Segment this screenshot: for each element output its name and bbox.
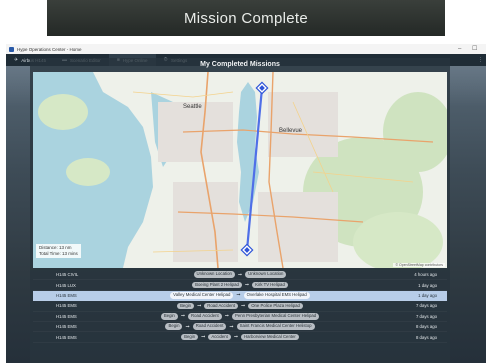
route-stop: Harborview Medical Center [241,333,299,341]
map-label-bellevue: Bellevue [279,128,303,134]
minimize-button[interactable]: – [458,44,461,54]
window-title: Hype Operations Center - Home [17,46,82,52]
arrow-right-icon: ➞ [237,271,243,278]
mission-time-ago: 1 day ago [418,292,437,298]
route-stop: Kirk TV Helipad [252,281,288,289]
route-total-time: Total Time: 13 mins [39,251,78,256]
route-start-marker [240,243,254,257]
mission-row[interactable]: H145 LUX Boeing Plant 2 Helipad ➞ Kirk T… [33,280,447,291]
arrow-right-icon: ➞ [240,302,246,309]
app-icon [9,46,14,52]
mission-time-ago: 8 days ago [415,324,437,330]
helicopter-icon: ✈ [14,57,19,63]
arrow-right-icon: ➞ [197,302,202,309]
route-end-marker [255,81,269,95]
route-stop: Road Accident [188,313,222,320]
route-summary: Distance: 13 nm Total Time: 13 mins [36,244,81,258]
mission-route: Valley Medical Center Helipad ➞ Overlake… [33,292,447,299]
maximize-button[interactable]: ☐ [472,44,477,54]
arrow-right-icon: ➞ [233,334,239,341]
route-stop: Unknown Location [245,271,287,278]
route-stop: Accident [208,333,231,341]
route-stop: Begin [181,333,199,341]
route-stop: Penn Presbyterian Medical Center Helipad [231,313,320,320]
mission-route: Boeing Plant 2 Helipad ➞ Kirk TV Helipad [33,281,447,289]
arrow-right-icon: ➞ [236,292,241,299]
route-stop: Unknown Location [193,271,235,278]
route-stop: One Police Plaza Helipad [248,302,303,310]
route-stop: Road Accident [192,323,227,330]
map-label-seattle: Seattle [183,104,202,110]
route-stop: Saint Francis Medical Center Helistop [236,323,315,330]
mission-time-ago: 7 days ago [415,303,437,309]
sidebar-toggle-icon[interactable]: ⋮ [478,57,483,63]
park-area [66,158,110,186]
mission-time-ago: 1 day ago [418,282,437,288]
mission-complete-banner: Mission Complete [47,0,445,36]
mission-row[interactable]: H145 EMS Begin ➞ Road Accident ➞ One Pol… [33,301,447,312]
panel-title: My Completed Missions [200,61,280,68]
mission-route: Unknown Location ➞ Unknown Location [33,271,447,278]
route-stop: Overlake Hospital EMS Helipad [243,292,310,299]
mission-row[interactable]: H145 EMS Begin ➞ Road Accident ➞ Penn Pr… [33,312,447,322]
mission-time-ago: 4 hours ago [414,272,437,278]
mission-route: Begin ➞ Accident ➞ Harborview Medical Ce… [33,333,447,341]
arrow-right-icon: ➞ [185,323,190,330]
urban-area [258,192,338,262]
mission-time-ago: 8 days ago [415,334,437,340]
route-stop: Road Accident [204,302,238,310]
route-stop: Begin [165,323,183,330]
route-map[interactable]: Seattle Bellevue © OpenStreetMap contrib… [33,72,447,268]
mission-list: H145 CIVIL Unknown Location ➞ Unknown Lo… [33,270,447,363]
arrow-right-icon: ➞ [201,334,206,341]
mission-row[interactable]: H145 CIVIL Unknown Location ➞ Unknown Lo… [33,270,447,281]
park-area [38,94,88,130]
window-titlebar: Hype Operations Center - Home – ☐ [6,44,486,54]
mission-row[interactable]: H145 EMS Begin ➞ Accident ➞ Harborview M… [33,332,447,343]
mission-route: Begin ➞ Road Accident ➞ One Police Plaza… [33,302,447,310]
arrow-right-icon: ➞ [229,323,234,330]
mission-route: Begin ➞ Road Accident ➞ Saint Francis Me… [33,323,447,330]
mission-row[interactable]: H145 EMS Begin ➞ Road Accident ➞ Saint F… [33,322,447,333]
route-stop: Begin [177,302,195,310]
mission-row-selected[interactable]: H145 EMS Valley Medical Center Helipad ➞… [33,290,447,302]
route-stop: Boeing Plant 2 Helipad [192,281,242,289]
arrow-right-icon: ➞ [180,313,186,320]
map-canvas: Seattle Bellevue [33,72,447,268]
mission-route: Begin ➞ Road Accident ➞ Penn Presbyteria… [33,313,447,320]
route-stop: Begin [160,313,178,320]
mission-time-ago: 7 days ago [415,313,437,319]
route-stop: Valley Medical Center Helipad [170,292,234,299]
arrow-right-icon: ➞ [244,282,250,289]
banner-title: Mission Complete [183,9,308,27]
arrow-right-icon: ➞ [224,313,229,320]
map-attribution[interactable]: © OpenStreetMap contributors [393,263,445,267]
